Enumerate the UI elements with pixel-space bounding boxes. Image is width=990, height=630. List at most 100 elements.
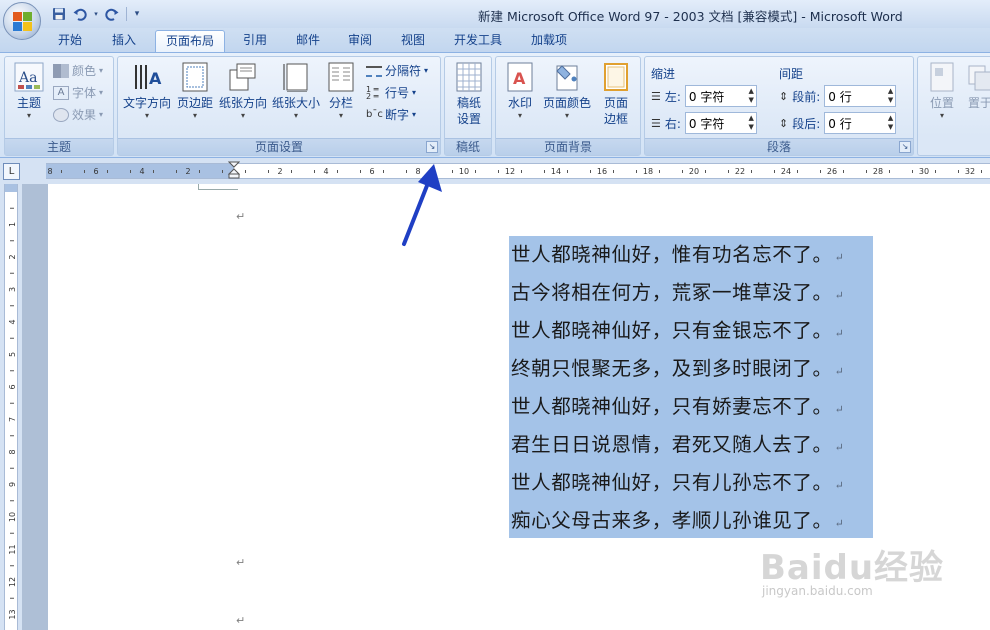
- indent-marker-icon[interactable]: [228, 161, 240, 179]
- tab-selector-button[interactable]: L: [3, 163, 20, 180]
- page-setup-dialog-launcher-icon[interactable]: ↘: [426, 141, 438, 153]
- ruler-label: 6: [8, 384, 17, 389]
- undo-icon[interactable]: [71, 6, 89, 23]
- indent-left-icon: ☰: [651, 89, 661, 103]
- arrange-group: 位置 ▾ 置于: [917, 56, 990, 156]
- indent-right-icon: ☰: [651, 116, 661, 130]
- theme-colors-button[interactable]: 颜色 ▾: [53, 61, 103, 81]
- tab-mailings[interactable]: 邮件: [286, 30, 330, 52]
- ruler-label: 24: [781, 167, 791, 176]
- columns-button[interactable]: 分栏 ▾: [326, 61, 356, 121]
- spinner-icon[interactable]: ▲ ▼: [749, 114, 754, 132]
- title-bar: ▾ ▾ 新建 Microsoft Office Word 97 - 2003 文…: [0, 0, 990, 28]
- hyphenation-icon: b¯c: [366, 109, 383, 120]
- redo-icon[interactable]: [103, 6, 121, 23]
- office-button[interactable]: [3, 2, 41, 40]
- ruler-label: 20: [689, 167, 699, 176]
- themes-button[interactable]: Aa 主题 ▾: [9, 61, 49, 121]
- tab-view[interactable]: 视图: [391, 30, 435, 52]
- quick-access-toolbar: ▾ ▾: [50, 5, 142, 23]
- text-direction-button[interactable]: A 文字方向 ▾: [121, 61, 173, 121]
- page-background-group-label: 页面背景: [496, 138, 640, 155]
- watermark-icon: A: [505, 61, 535, 93]
- svg-text:A: A: [513, 69, 526, 88]
- tab-developer[interactable]: 开发工具: [444, 30, 512, 52]
- page-borders-button[interactable]: 页面 边框: [596, 61, 636, 127]
- tab-insert[interactable]: 插入: [102, 30, 146, 52]
- ruler-label: 4: [323, 167, 328, 176]
- tab-add-ins[interactable]: 加载项: [521, 30, 577, 52]
- ruler-label: 6: [369, 167, 374, 176]
- ribbon-tabs: 开始 插入 页面布局 引用 邮件 审阅 视图 开发工具 加载项: [0, 28, 990, 52]
- tab-references[interactable]: 引用: [233, 30, 277, 52]
- poem-line: 世人都晓神仙好，惟有功名忘不了。 ↵: [511, 243, 845, 266]
- vertical-ruler-ticks: 12345678910111213: [8, 207, 17, 620]
- text-direction-icon: A: [132, 61, 162, 93]
- breaks-icon: [366, 65, 382, 77]
- ruler-label: 9: [8, 482, 17, 487]
- ruler-label: 2: [277, 167, 282, 176]
- page-color-icon: [552, 61, 582, 93]
- indent-left-input[interactable]: 0 字符 ▲ ▼: [684, 85, 757, 107]
- orientation-icon: [228, 61, 258, 93]
- ruler-label: 7: [8, 417, 17, 422]
- position-button[interactable]: 位置 ▾: [924, 61, 960, 121]
- spinner-icon[interactable]: ▲ ▼: [749, 87, 754, 105]
- svg-text:A: A: [149, 69, 162, 88]
- watermark-button[interactable]: A 水印 ▾: [500, 61, 540, 121]
- ruler-label: 30: [919, 167, 929, 176]
- selected-text-block[interactable]: 世人都晓神仙好，惟有功名忘不了。 ↵ 古今将相在何方，荒冢一堆草没了。 ↵ 世人都晓…: [509, 236, 873, 538]
- undo-dropdown-icon[interactable]: ▾: [92, 6, 100, 23]
- ruler-label: 6: [93, 167, 98, 176]
- spacing-after-field: ⇕ 段后: 0 行 ▲ ▼: [779, 112, 897, 134]
- document-page[interactable]: ↵ 世人都晓神仙好，惟有功名忘不了。 ↵ 古今将相在何方，荒冢一堆草没了。 ↵ 世人…: [48, 184, 990, 630]
- paragraph-mark: ↵: [236, 614, 246, 627]
- hyphenation-button[interactable]: b¯c 断字 ▾: [366, 105, 416, 125]
- ruler-label: 12: [8, 577, 17, 587]
- poem-line: 痴心父母古来多，孝顺儿孙谁见了。 ↵: [511, 509, 845, 532]
- tab-review[interactable]: 审阅: [338, 30, 382, 52]
- customize-icon[interactable]: ▾: [132, 6, 142, 23]
- ruler-label: 22: [735, 167, 745, 176]
- ruler-label: 28: [873, 167, 883, 176]
- spacing-before-icon: ⇕: [779, 89, 789, 103]
- poem-line: 世人都晓神仙好，只有娇妻忘不了。 ↵: [511, 395, 845, 418]
- tab-home[interactable]: 开始: [48, 30, 92, 52]
- save-icon[interactable]: [50, 6, 68, 23]
- tab-page-layout[interactable]: 页面布局: [155, 30, 226, 52]
- line-numbers-button[interactable]: 1 ═ 2 ═ 行号 ▾: [366, 83, 416, 103]
- annotation-arrow-icon: [402, 164, 442, 246]
- manuscript-settings-button[interactable]: 稿纸 设置: [449, 61, 489, 127]
- effects-icon: [53, 108, 69, 122]
- page-color-button[interactable]: 页面颜色 ▾: [542, 61, 592, 121]
- themes-group-label: 主题: [5, 138, 113, 155]
- dropdown-arrow-icon: ▾: [26, 111, 31, 120]
- ruler-label: 16: [597, 167, 607, 176]
- spacing-after-input[interactable]: 0 行 ▲ ▼: [824, 112, 897, 134]
- spinner-icon[interactable]: ▲ ▼: [888, 114, 893, 132]
- indent-right-input[interactable]: 0 字符 ▲ ▼: [684, 112, 757, 134]
- ruler-label: 2: [185, 167, 190, 176]
- spacing-before-input[interactable]: 0 行 ▲ ▼: [824, 85, 897, 107]
- ruler-bar: L 8 6 4 2 2 4 6 8 10 12 14 16 18 20 22 24 26 28 30 32: [0, 158, 990, 184]
- vertical-ruler-strip: 1 2 3 4 5 6 7 8 9 10 11 12 13: [4, 184, 18, 630]
- spacing-after-icon: ⇕: [779, 116, 789, 130]
- theme-fonts-button[interactable]: A 字体 ▾: [53, 83, 103, 103]
- paragraph-dialog-launcher-icon[interactable]: ↘: [899, 141, 911, 153]
- ruler-label: 5: [8, 352, 17, 357]
- orientation-button[interactable]: 纸张方向 ▾: [218, 61, 268, 121]
- margins-button[interactable]: 页边距 ▾: [175, 61, 215, 121]
- manuscript-icon: [454, 61, 484, 93]
- bring-to-front-button[interactable]: 置于: [962, 61, 990, 111]
- breaks-button[interactable]: 分隔符 ▾: [366, 61, 428, 81]
- spinner-icon[interactable]: ▲ ▼: [888, 87, 893, 105]
- ruler-label: 13: [8, 609, 17, 619]
- vertical-ruler[interactable]: 1 2 3 4 5 6 7 8 9 10 11 12 13: [0, 184, 22, 630]
- page-setup-group: A 文字方向 ▾ 页边距 ▾ 纸张方向 ▾ 纸张大小 ▾ 分栏 ▾ 分隔符 ▾ …: [117, 56, 441, 156]
- paragraph-mark: ↵: [236, 210, 246, 223]
- size-button[interactable]: 纸张大小 ▾: [271, 61, 321, 121]
- ruler-label: 8: [8, 449, 17, 454]
- theme-effects-button[interactable]: 效果 ▾: [53, 105, 103, 125]
- ruler-label: 12: [505, 167, 515, 176]
- horizontal-ruler[interactable]: 8 6 4 2 2 4 6 8 10 12 14 16 18 20 22 24 26 28 30 32: [46, 161, 990, 179]
